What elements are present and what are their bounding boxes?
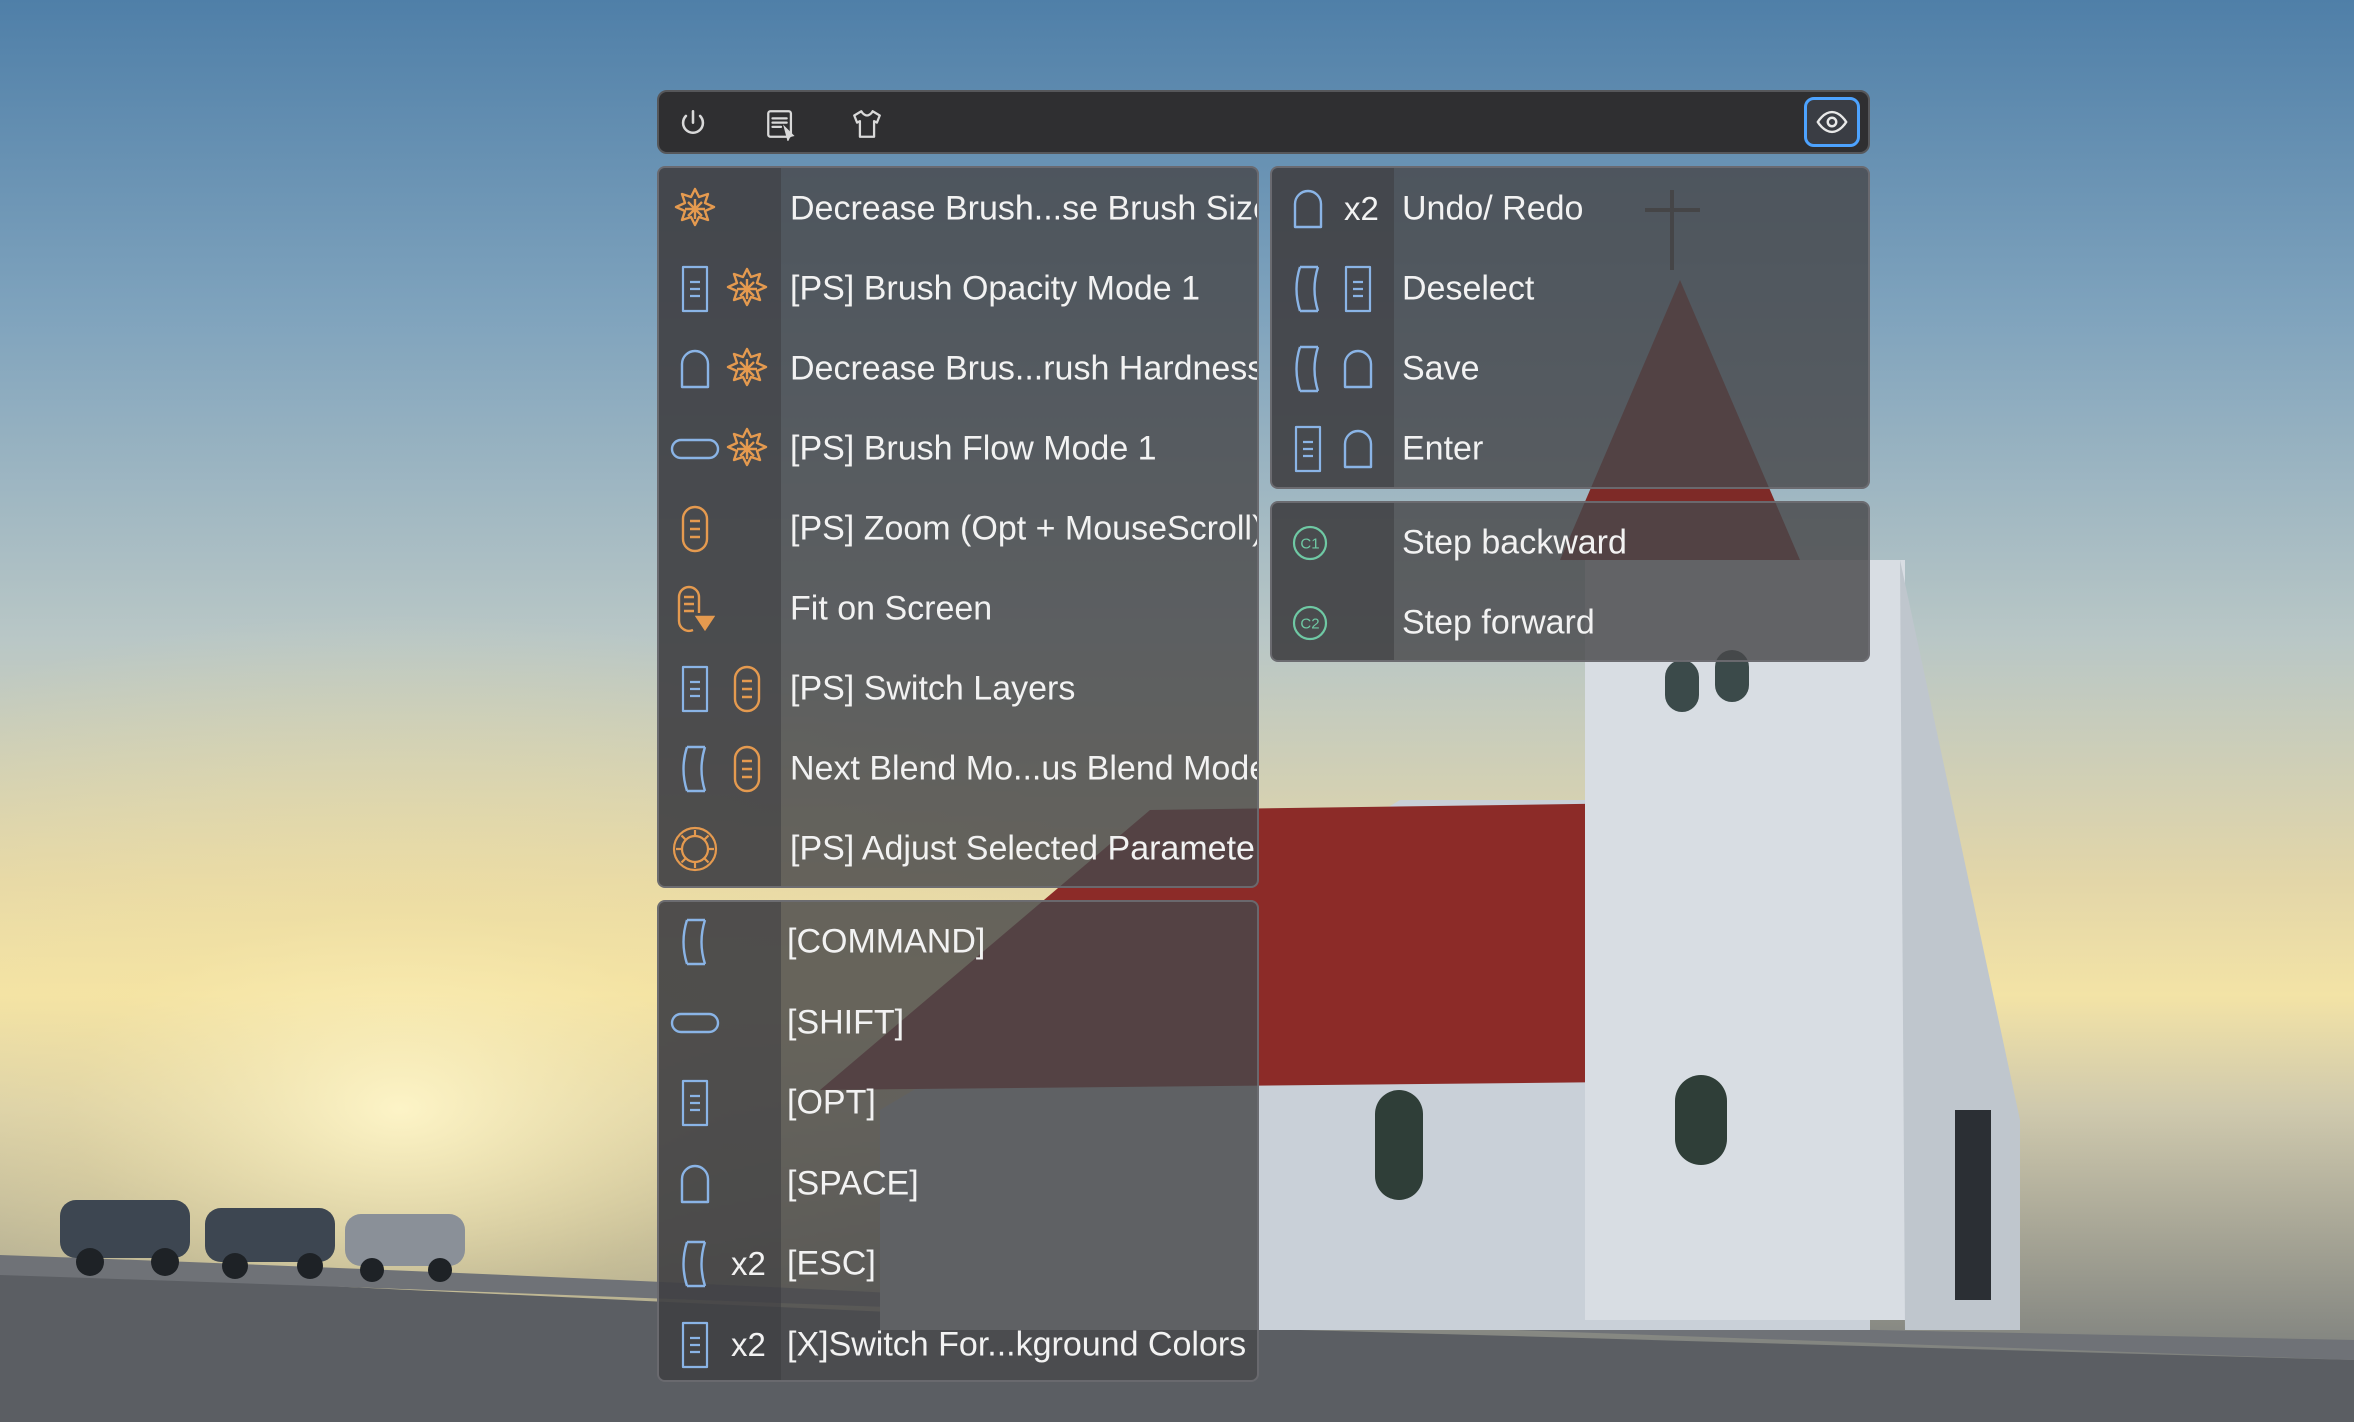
shortcut-row[interactable]: [SHIFT] [659,983,1257,1063]
opt-key-icon [669,1078,721,1128]
scroll-icon [721,744,773,794]
command-key-icon [1282,264,1334,314]
power-icon[interactable] [671,102,715,146]
brush-wheel-icon [669,185,721,233]
shortcut-row[interactable]: Decrease Brus...rush Hardness [659,329,1257,409]
brush-wheel-icon [721,345,773,393]
scroll-press-icon [669,583,721,635]
right-shortcuts-panel: x2 Undo/ Redo Deselect Save Enter [1270,166,1870,489]
menu-toolbar [657,90,1870,154]
shortcut-row[interactable]: Next Blend Mo...us Blend Mode [659,729,1257,809]
shortcut-row[interactable]: x2 [X]Switch For...kground Colors [659,1305,1257,1381]
repeat-count-label: x2 [731,1245,766,1282]
shortcut-label: Step forward [1402,603,1595,642]
command-key-icon [669,917,721,967]
right-steps-panel: C1 Step backward C2 Step forward [1270,501,1870,662]
shift-key-icon [669,436,721,462]
shirt-icon[interactable] [845,102,889,146]
shortcut-label: [SPACE] [787,1164,919,1202]
shortcut-row[interactable]: [PS] Brush Flow Mode 1 [659,409,1257,489]
dial-icon [669,824,721,874]
space-key-icon [669,1163,721,1205]
shortcut-label: Fit on Screen [790,589,993,628]
command-key-icon [1282,344,1334,394]
left-actions-panel: Decrease Brush...se Brush Size [PS] Brus… [657,166,1259,888]
shortcut-label: Step backward [1402,523,1627,562]
brush-wheel-icon [721,425,773,473]
svg-text:C2: C2 [1300,616,1319,633]
shortcut-label: Decrease Brus...rush Hardness [790,349,1259,388]
space-key-icon [1332,428,1384,470]
shortcut-row[interactable]: [COMMAND] [659,902,1257,982]
space-key-icon [1282,188,1334,230]
shortcut-row[interactable]: Decrease Brush...se Brush Size [659,169,1257,249]
left-modifiers-panel: [COMMAND] [SHIFT] [OPT] [SPACE] x2 [ESC] … [657,900,1259,1382]
shortcut-label: [COMMAND] [787,922,986,961]
opt-key-icon [669,664,721,714]
shortcut-row[interactable]: Fit on Screen [659,569,1257,649]
scroll-icon [721,664,773,714]
shift-key-icon [669,1010,721,1036]
shortcut-label: [PS] Switch Layers [790,669,1076,708]
controller-button-icon: C2 [1284,604,1336,642]
space-key-icon [669,348,721,390]
repeat-count-label: x2 [1344,190,1379,227]
shortcut-row[interactable]: [PS] Switch Layers [659,649,1257,729]
shortcut-label: [SHIFT] [787,1003,905,1041]
shortcut-label: [PS] Brush Opacity Mode 1 [790,269,1201,308]
shortcut-label: [OPT] [787,1083,876,1122]
command-key-icon [669,744,721,794]
command-key-icon [669,1239,721,1289]
shortcut-row[interactable]: x2 Undo/ Redo [1272,169,1868,249]
shortcut-row[interactable]: [PS] Brush Opacity Mode 1 [659,249,1257,329]
shortcut-row[interactable]: Enter [1272,409,1868,487]
shortcut-label: [PS] Brush Flow Mode 1 [790,429,1157,468]
shortcut-label: [ESC] [787,1244,876,1283]
opt-key-icon [669,1320,721,1370]
shortcut-row[interactable]: x2 [ESC] [659,1224,1257,1304]
shortcut-label: Next Blend Mo...us Blend Mode [790,749,1259,788]
brush-wheel-icon [721,265,773,313]
space-key-icon [1332,348,1384,390]
shortcut-label: [PS] Adjust Selected Parameter [790,829,1259,868]
opt-key-icon [1332,264,1384,314]
shortcut-label: [X]Switch For...kground Colors [787,1325,1247,1363]
shortcut-row[interactable]: [SPACE] [659,1144,1257,1224]
shortcut-label: Save [1402,349,1480,388]
shortcut-row[interactable]: [PS] Zoom (Opt + MouseScroll) [659,489,1257,569]
repeat-count-label: x2 [731,1325,766,1363]
shortcut-row[interactable]: [OPT] [659,1063,1257,1143]
shortcut-label: [PS] Zoom (Opt + MouseScroll) [790,509,1259,548]
svg-text:C1: C1 [1300,536,1319,553]
shortcut-row[interactable]: [PS] Adjust Selected Parameter [659,809,1259,886]
shortcut-label: Enter [1402,429,1484,468]
scroll-icon [669,504,721,554]
shortcut-row[interactable]: Deselect [1272,249,1868,329]
shortcut-row[interactable]: C1 Step backward [1272,503,1868,583]
shortcut-label: Undo/ Redo [1402,189,1584,228]
shortcut-label: Decrease Brush...se Brush Size [790,189,1259,228]
eye-icon[interactable] [1804,97,1860,147]
shortcut-row[interactable]: C2 Step forward [1272,583,1868,660]
document-cursor-icon[interactable] [759,102,803,146]
controller-button-icon: C1 [1284,524,1336,562]
shortcut-label: Deselect [1402,269,1535,308]
shortcut-row[interactable]: Save [1272,329,1868,409]
opt-key-icon [1282,424,1334,474]
opt-key-icon [669,264,721,314]
